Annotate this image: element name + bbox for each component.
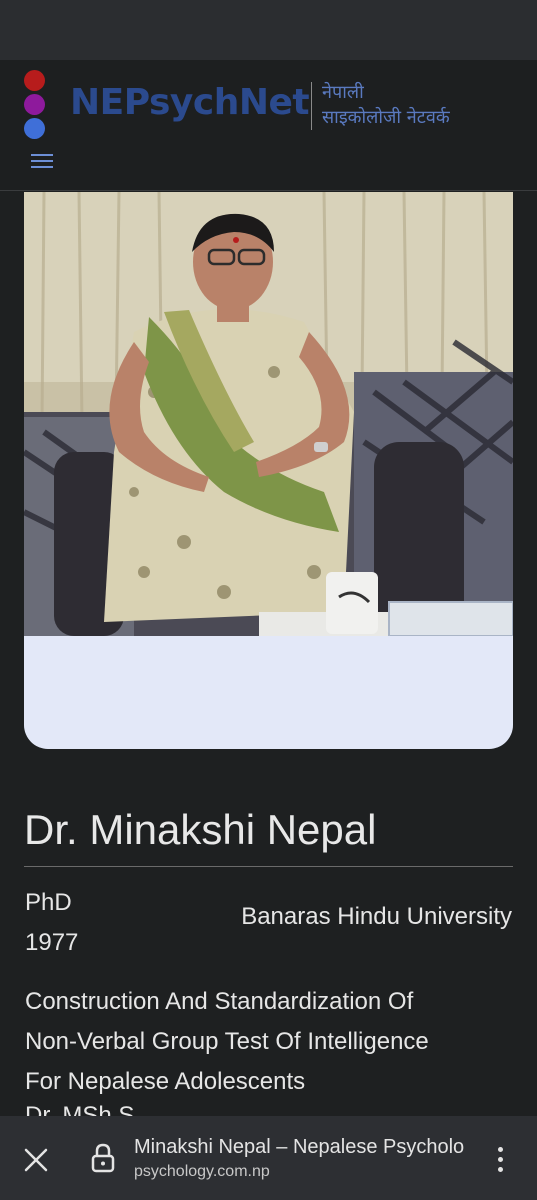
profile-name: Dr. Minakshi Nepal [24,806,377,853]
name-divider [24,866,513,867]
logo-subtitle-line2: साइकोलोजी नेटवर्क [322,107,450,128]
page-url[interactable]: psychology.com.np [134,1163,270,1181]
profile-photo-card [24,192,513,749]
thesis-line: Non-Verbal Group Test Of Intelligence [25,1028,429,1055]
page-title[interactable]: Minakshi Nepal – Nepalese Psychologist [134,1136,464,1159]
degree-label: PhD [25,889,72,916]
degree-block: PhD 1977 [25,883,78,963]
thesis-title: Construction And Standardization Of Non-… [25,982,515,1102]
site-logo-text[interactable]: NEPsychNet [70,82,310,123]
logo-dots [24,70,46,142]
logo-dot-purple [24,94,45,115]
more-vert-icon[interactable] [490,1144,510,1176]
logo-dot-blue [24,118,45,139]
degree-year: 1977 [25,929,79,956]
logo-dot-red [24,70,45,91]
logo-divider [311,82,312,130]
profile-photo [24,192,513,636]
site-header: NEPsychNet नेपाली साइकोलोजी नेटवर्क [0,60,537,191]
site-logo-subtitle[interactable]: नेपाली साइकोलोजी नेटवर्क [322,80,450,130]
logo-subtitle-line1: नेपाली [322,82,364,103]
university-name: Banaras Hindu University [241,903,512,930]
thesis-line: Construction And Standardization Of [25,988,414,1015]
close-icon[interactable] [22,1146,50,1174]
thesis-line: For Nepalese Adolescents [25,1068,306,1095]
status-bar [0,0,537,60]
browser-bottom-bar: Minakshi Nepal – Nepalese Psychologist p… [0,1116,537,1200]
lock-icon[interactable] [90,1142,116,1174]
hamburger-icon[interactable] [31,150,55,174]
